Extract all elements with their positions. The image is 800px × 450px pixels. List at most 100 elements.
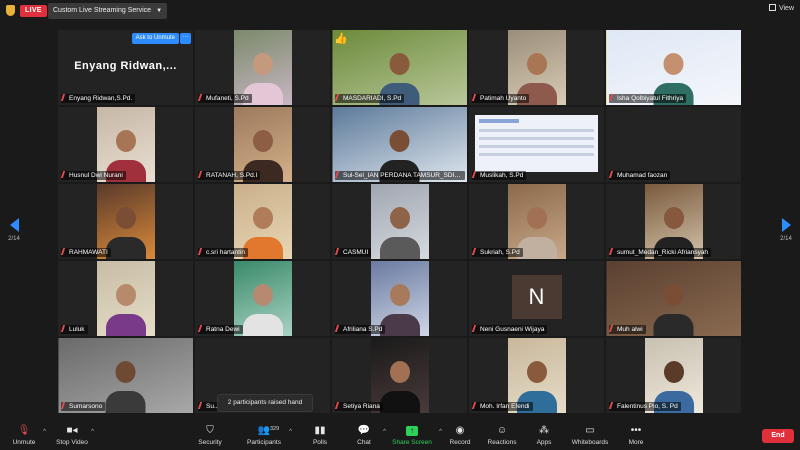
participant-name: Afriliana S.Pd bbox=[343, 326, 383, 333]
meeting-toolbar: 🎙 Unmute ^ ■◂ Stop Video ^ ⛉ Security 👥 … bbox=[0, 422, 800, 450]
participant-tile[interactable]: Muh alwi bbox=[606, 261, 741, 336]
more-dots-icon: ••• bbox=[630, 425, 642, 436]
slide-row bbox=[479, 129, 594, 132]
participant-tile[interactable]: Sumarsono bbox=[58, 338, 193, 413]
muted-microphone-icon bbox=[198, 248, 206, 255]
participant-tile[interactable]: Luluk bbox=[58, 261, 193, 336]
whiteboards-label: Whiteboards bbox=[571, 439, 609, 446]
participant-tile[interactable]: Isha Qolbiyatul Fithriya bbox=[606, 30, 741, 105]
participant-name-label: Neni Gusnaeni Wijaya bbox=[472, 325, 548, 334]
muted-microphone-icon bbox=[609, 94, 617, 101]
reactions-label: Reactions bbox=[487, 439, 517, 446]
person-body bbox=[105, 391, 146, 413]
muted-microphone-icon bbox=[609, 325, 617, 332]
share-screen-icon: ↑ bbox=[388, 425, 436, 437]
person-head bbox=[115, 283, 136, 306]
muted-microphone-icon bbox=[198, 94, 206, 101]
participant-tile[interactable]: Ratna Dewi bbox=[195, 261, 330, 336]
participant-name: Enyang Ridwan,S.Pd. bbox=[69, 95, 133, 102]
ask-to-unmute-button[interactable]: Ask to Unmute bbox=[131, 33, 179, 44]
share-screen-button[interactable]: ↑ Share Screen ^ bbox=[388, 425, 442, 446]
participants-icon: 👥 bbox=[257, 425, 271, 436]
muted-microphone-icon bbox=[198, 325, 206, 332]
participant-name: Sukriah, S.Pd bbox=[480, 249, 520, 256]
participant-name-label: Enyang Ridwan,S.Pd. bbox=[61, 94, 136, 103]
person-body bbox=[379, 391, 420, 413]
participant-name: Ratna Dewi bbox=[206, 326, 240, 333]
person-head bbox=[252, 206, 273, 229]
view-button[interactable]: View bbox=[768, 4, 794, 12]
participant-tile[interactable]: Moh. Irfan Efendi bbox=[469, 338, 604, 413]
participant-tile[interactable]: 👍 MASDARIADI, S.Pd bbox=[332, 30, 467, 105]
muted-microphone-icon bbox=[61, 248, 69, 255]
person-head bbox=[252, 52, 273, 75]
participants-count: 329 bbox=[270, 426, 280, 432]
chat-caret-icon[interactable]: ^ bbox=[383, 429, 386, 435]
participant-tile[interactable]: RATANAH, S.Pd.I bbox=[195, 107, 330, 182]
chat-button[interactable]: 💬 Chat ^ bbox=[340, 425, 388, 446]
participant-tile[interactable]: N Neni Gusnaeni Wijaya bbox=[469, 261, 604, 336]
participant-name: Neni Gusnaeni Wijaya bbox=[480, 326, 545, 333]
security-label: Security bbox=[198, 439, 222, 446]
unmute-button[interactable]: 🎙 Unmute ^ bbox=[0, 425, 48, 446]
participant-tile[interactable]: sumut_Medan_Ricki Afriansyah bbox=[606, 184, 741, 259]
participant-name: Sul-Sel_IAN PERDANA TAMSUR_SDI Ma... bbox=[343, 172, 465, 179]
participant-tile[interactable]: Sul-Sel_IAN PERDANA TAMSUR_SDI Ma... bbox=[332, 107, 467, 182]
participant-name: Luluk bbox=[69, 326, 85, 333]
muted-microphone-icon bbox=[61, 325, 69, 332]
participant-tile[interactable]: Afriliana S.Pd bbox=[332, 261, 467, 336]
participant-name-label: Muhamad faozan bbox=[609, 171, 671, 180]
stop-video-button[interactable]: ■◂ Stop Video ^ bbox=[48, 425, 96, 446]
shield-icon: ⛉ bbox=[206, 425, 214, 436]
participant-name-label: Moh. Irfan Efendi bbox=[472, 402, 533, 411]
live-badge[interactable]: LIVE bbox=[20, 5, 47, 17]
participants-caret-icon[interactable]: ^ bbox=[289, 429, 292, 435]
security-button[interactable]: ⛉ Security bbox=[186, 425, 234, 446]
person-body bbox=[242, 314, 283, 336]
participant-tile[interactable]: c.sri hartantin bbox=[195, 184, 330, 259]
tile-more-button[interactable]: ··· bbox=[180, 33, 191, 44]
page-indicator-left: 2/14 bbox=[8, 236, 20, 242]
participant-tile[interactable]: Enyang Ridwan,... Ask to Unmute ··· Enyang … bbox=[58, 30, 193, 105]
next-page-button[interactable]: 2/14 bbox=[776, 218, 796, 242]
participant-video bbox=[370, 184, 429, 259]
participant-name-label: Afriliana S.Pd bbox=[335, 325, 386, 334]
whiteboards-button[interactable]: ▭ Whiteboards bbox=[566, 425, 614, 446]
participant-tile[interactable]: Muhamad faozan bbox=[606, 107, 741, 182]
end-meeting-button[interactable]: End bbox=[762, 429, 794, 443]
grid-view-icon bbox=[768, 4, 776, 11]
apps-button[interactable]: ⁂ Apps bbox=[520, 425, 568, 446]
participant-tile[interactable]: Husnul Dwi Nurani bbox=[58, 107, 193, 182]
participant-name-label: RATANAH, S.Pd.I bbox=[198, 171, 261, 180]
participant-tile[interactable]: RAHMAWATI bbox=[58, 184, 193, 259]
participant-name-label: MASDARIADI, S.Pd bbox=[335, 94, 405, 103]
person-head bbox=[389, 360, 410, 383]
more-button[interactable]: ••• More bbox=[612, 425, 660, 446]
participant-name: MASDARIADI, S.Pd bbox=[343, 95, 402, 102]
participant-tile[interactable]: Falentinus Pio, S. Pd bbox=[606, 338, 741, 413]
participants-button[interactable]: 👥 329 Participants ^ bbox=[240, 425, 292, 446]
slide-row bbox=[479, 153, 594, 156]
audio-options-caret-icon[interactable]: ^ bbox=[43, 429, 46, 435]
participant-name: Falentinus Pio, S. Pd bbox=[617, 403, 678, 410]
raised-hands-toast[interactable]: 2 participants raised hand bbox=[217, 394, 313, 412]
participant-name-label: Husnul Dwi Nurani bbox=[61, 171, 126, 180]
participant-tile[interactable]: Muslikah, S.Pd bbox=[469, 107, 604, 182]
participant-tile[interactable]: Patimah Uyanto bbox=[469, 30, 604, 105]
chat-icon: 💬 bbox=[357, 425, 371, 436]
record-button[interactable]: ◉ Record bbox=[436, 425, 484, 446]
participant-tile[interactable]: Mufaneti, S.Pd bbox=[195, 30, 330, 105]
previous-page-button[interactable]: 2/14 bbox=[4, 218, 24, 242]
reactions-button[interactable]: ☺ Reactions bbox=[478, 425, 526, 446]
participant-name: RATANAH, S.Pd.I bbox=[206, 172, 258, 179]
participant-video bbox=[96, 261, 155, 336]
shield-icon[interactable] bbox=[6, 5, 15, 16]
participant-tile[interactable]: Setiya Riana bbox=[332, 338, 467, 413]
muted-microphone-icon bbox=[335, 248, 343, 255]
polls-button[interactable]: ▮▮ Polls bbox=[296, 425, 344, 446]
participant-name-label: Muh alwi bbox=[609, 325, 646, 334]
video-options-caret-icon[interactable]: ^ bbox=[91, 429, 94, 435]
participant-tile[interactable]: CASMUI bbox=[332, 184, 467, 259]
live-stream-dropdown[interactable]: Custom Live Streaming Service ▼ bbox=[48, 3, 168, 19]
participant-tile[interactable]: Sukriah, S.Pd bbox=[469, 184, 604, 259]
